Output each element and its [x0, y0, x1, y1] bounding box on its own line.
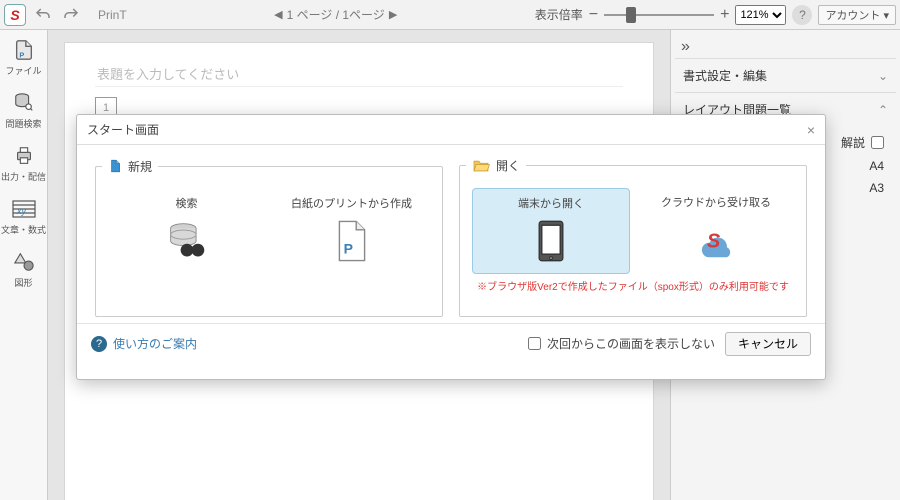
usage-guide-link[interactable]: ? 使い方のご案内 [91, 335, 197, 352]
card-open-local[interactable]: 端末から開く [472, 188, 630, 274]
modal-overlay: スタート画面 × 新規 検索 白紙のプリントから作成 P [0, 0, 900, 500]
start-dialog: スタート画面 × 新規 検索 白紙のプリントから作成 P [76, 114, 826, 380]
card-open-cloud[interactable]: クラウドから受け取る S [638, 188, 794, 274]
svg-text:S: S [707, 230, 721, 252]
dialog-header: スタート画面 × [77, 115, 825, 145]
cancel-button[interactable]: キャンセル [725, 332, 811, 356]
question-icon: ? [91, 336, 107, 352]
tablet-icon [535, 220, 567, 262]
svg-text:P: P [343, 241, 352, 257]
open-note: ※ブラウザ版Ver2で作成したファイル（spox形式）のみ利用可能です [466, 278, 800, 293]
group-new: 新規 検索 白紙のプリントから作成 P [95, 157, 443, 317]
suppress-checkbox[interactable] [528, 337, 541, 350]
blank-page-icon: P [335, 220, 369, 262]
card-new-blank[interactable]: 白紙のプリントから作成 P [273, 189, 430, 273]
dialog-footer: ? 使い方のご案内 次回からこの画面を表示しない キャンセル [77, 323, 825, 363]
cloud-app-icon: S [694, 220, 738, 260]
suppress-checkbox-label[interactable]: 次回からこの画面を表示しない [528, 335, 715, 352]
close-button[interactable]: × [807, 122, 815, 138]
db-binoculars-icon [165, 221, 209, 261]
new-file-icon [108, 157, 122, 175]
card-new-search[interactable]: 検索 [108, 189, 265, 273]
folder-open-icon [472, 159, 490, 173]
group-open: 開く 端末から開く クラウドから受け取る S ※ブラウザ版Ver2で作成したファ… [459, 157, 807, 317]
dialog-title: スタート画面 [87, 121, 159, 138]
